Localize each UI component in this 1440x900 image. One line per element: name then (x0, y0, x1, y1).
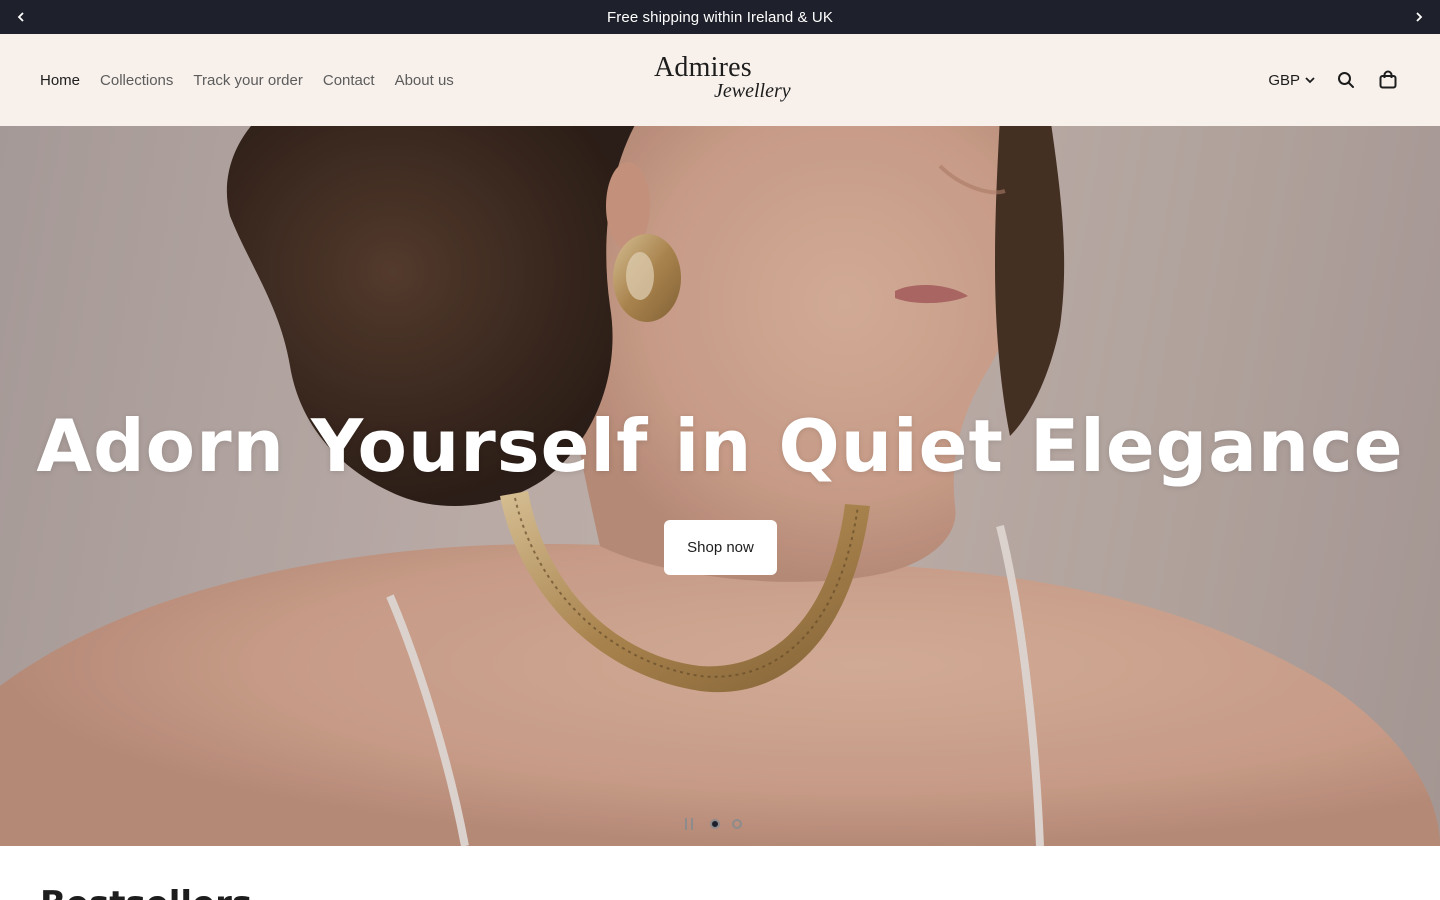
slideshow-controls (680, 814, 742, 834)
pause-icon (685, 818, 693, 830)
nav-item-about-us[interactable]: About us (395, 72, 454, 89)
shopping-bag-icon (1379, 70, 1397, 89)
announcement-text: Free shipping within Ireland & UK (607, 8, 833, 26)
cart-button[interactable] (1376, 68, 1400, 92)
slide-dot-1[interactable] (710, 819, 720, 829)
hero-title: Adorn Yourself in Quiet Elegance (36, 404, 1404, 488)
slide-dot-2[interactable] (732, 819, 742, 829)
search-icon (1338, 72, 1354, 88)
chevron-left-icon (17, 12, 24, 22)
nav-item-contact[interactable]: Contact (323, 72, 375, 89)
nav-item-track-order[interactable]: Track your order (193, 72, 302, 89)
nav-item-home[interactable]: Home (40, 72, 80, 89)
currency-selector[interactable]: GBP (1268, 72, 1316, 89)
announcement-bar: Free shipping within Ireland & UK (0, 0, 1440, 34)
search-button[interactable] (1334, 68, 1358, 92)
currency-label: GBP (1268, 71, 1300, 89)
announcement-next-button[interactable] (1402, 0, 1436, 34)
nav-item-collections[interactable]: Collections (100, 72, 173, 89)
shop-now-button[interactable]: Shop now (664, 520, 777, 575)
chevron-right-icon (1416, 12, 1423, 22)
site-logo[interactable]: Admires Jewellery (654, 52, 794, 110)
site-header: Home Collections Track your order Contac… (0, 34, 1440, 126)
main-nav: Home Collections Track your order Contac… (40, 34, 454, 126)
logo-subtitle: Jewellery (714, 80, 791, 102)
announcement-prev-button[interactable] (4, 0, 38, 34)
section-heading: Bestsellers (40, 884, 252, 900)
chevron-down-icon (1305, 77, 1315, 84)
pause-button[interactable] (680, 815, 698, 833)
hero-slideshow: Adorn Yourself in Quiet Elegance Shop no… (0, 126, 1440, 846)
header-utilities: GBP (1268, 34, 1400, 126)
